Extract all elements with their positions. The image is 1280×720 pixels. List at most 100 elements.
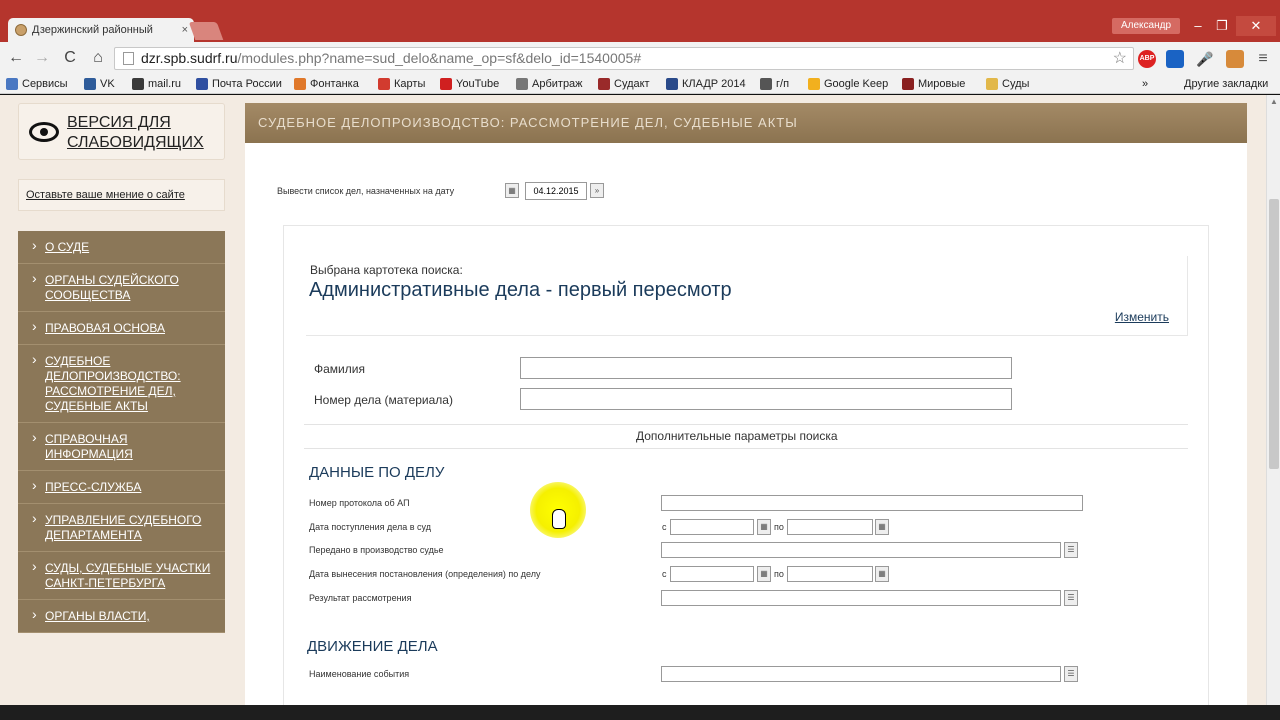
browser-toolbar: ← → C ⌂ dzr.spb.sudrf.ru/modules.php?nam… <box>0 42 1280 74</box>
low-vision-label: ВЕРСИЯ ДЛЯ СЛАБОВИДЯЩИХ <box>67 114 204 151</box>
calendar-icon[interactable]: ▦ <box>505 183 519 198</box>
sidebar-item-courts-spb[interactable]: СУДЫ, СУДЕБНЫЕ УЧАСТКИ САНКТ-ПЕТЕРБУРГА <box>18 552 225 600</box>
from-label: с <box>662 522 667 532</box>
page-icon <box>516 78 528 90</box>
tab-title: Дзержинский районный <box>32 24 153 36</box>
chosen-catalog-box: Выбрана картотека поиска: Административн… <box>306 256 1188 336</box>
bookmarks-overflow-button[interactable]: » <box>1142 76 1148 92</box>
judge-input[interactable] <box>661 542 1061 558</box>
bookmark-arbitrage[interactable]: Арбитраж <box>516 76 583 92</box>
sidebar-item-about-court[interactable]: О СУДЕ <box>18 231 225 264</box>
case-data-title: ДАННЫЕ ПО ДЕЛУ <box>309 464 445 481</box>
bookmark-russian-post[interactable]: Почта России <box>196 76 282 92</box>
reload-icon[interactable]: C <box>60 48 80 68</box>
low-vision-version-link[interactable]: ВЕРСИЯ ДЛЯ СЛАБОВИДЯЩИХ <box>18 103 225 160</box>
sidebar-item-reference-info[interactable]: СПРАВОЧНАЯ ИНФОРМАЦИЯ <box>18 423 225 471</box>
separator <box>304 448 1188 449</box>
date-filter-input[interactable] <box>525 182 587 200</box>
bookmark-folder-courts[interactable]: Суды <box>986 76 1029 92</box>
chrome-menu-icon[interactable]: ≡ <box>1254 50 1272 68</box>
adblock-icon[interactable]: ABP <box>1138 50 1156 68</box>
magistrates-icon <box>902 78 914 90</box>
chosen-catalog-title: Административные дела - первый пересмотр <box>309 279 732 301</box>
separator <box>304 424 1188 425</box>
browser-titlebar: Дзержинский районный × Александр – ❐ ✕ <box>0 0 1280 42</box>
scroll-up-arrow-icon[interactable]: ▲ <box>1270 97 1278 106</box>
extra-params-title: Дополнительные параметры поиска <box>636 429 838 443</box>
map-pin-icon <box>378 78 390 90</box>
case-number-input[interactable] <box>520 388 1012 410</box>
bookmark-maps[interactable]: Карты <box>378 76 425 92</box>
feedback-link[interactable]: Оставьте ваше мнение о сайте <box>18 179 225 211</box>
bookmark-fontanka[interactable]: Фонтанка <box>294 76 359 92</box>
decision-to-input[interactable] <box>787 566 873 582</box>
event-input[interactable] <box>661 666 1061 682</box>
maximize-button[interactable]: ❐ <box>1210 16 1234 36</box>
home-icon[interactable]: ⌂ <box>88 48 108 68</box>
forward-arrow-icon[interactable]: → <box>32 48 52 68</box>
calendar-icon[interactable]: ▦ <box>757 519 771 535</box>
calendar-icon[interactable]: ▦ <box>875 566 889 582</box>
folder-icon <box>986 78 998 90</box>
bookmark-google-keep[interactable]: Google Keep <box>808 76 888 92</box>
apps-grid-icon <box>6 78 18 90</box>
sidebar-item-authorities[interactable]: ОРГАНЫ ВЛАСТИ, <box>18 600 225 633</box>
main-content: Вывести список дел, назначенных на дату … <box>245 143 1247 705</box>
change-catalog-link[interactable]: Изменить <box>1115 310 1169 324</box>
bookmark-sudact[interactable]: Судакт <box>598 76 650 92</box>
case-number-label: Номер дела (материала) <box>314 393 453 407</box>
bookmark-star-icon[interactable]: ☆ <box>1113 48 1127 69</box>
bookmark-magistrates[interactable]: Мировые <box>902 76 965 92</box>
bookmark-kladr[interactable]: КЛАДР 2014 <box>666 76 746 92</box>
scroll-thumb[interactable] <box>1269 199 1279 469</box>
tab-close-icon[interactable]: × <box>182 18 188 42</box>
surname-input[interactable] <box>520 357 1012 379</box>
microphone-icon[interactable]: 🎤 <box>1196 50 1214 68</box>
received-to-input[interactable] <box>787 519 873 535</box>
url-path: /modules.php?name=sud_delo&name_op=sf&de… <box>237 50 642 66</box>
list-icon[interactable]: ☰ <box>1064 542 1078 558</box>
calendar-icon[interactable]: ▦ <box>757 566 771 582</box>
sidebar-item-court-proceedings[interactable]: СУДЕБНОЕ ДЕЛОПРОИЗВОДСТВО: РАССМОТРЕНИЕ … <box>18 345 225 423</box>
sudact-icon <box>598 78 610 90</box>
sidebar-item-court-department[interactable]: УПРАВЛЕНИЕ СУДЕБНОГО ДЕПАРТАМЕНТА <box>18 504 225 552</box>
sidebar-item-legal-basis[interactable]: ПРАВОВАЯ ОСНОВА <box>18 312 225 345</box>
browser-tab[interactable]: Дзержинский районный × <box>8 18 194 42</box>
result-input[interactable] <box>661 590 1061 606</box>
received-from-input[interactable] <box>670 519 754 535</box>
minimize-button[interactable]: – <box>1186 16 1210 36</box>
bookmark-mailru[interactable]: mail.ru <box>132 76 181 92</box>
protocol-label: Номер протокола об АП <box>309 498 410 508</box>
address-bar[interactable]: dzr.spb.sudrf.ru/modules.php?name=sud_de… <box>114 47 1134 70</box>
cast-extension-icon[interactable] <box>1166 50 1184 68</box>
protocol-input[interactable] <box>661 495 1083 511</box>
profile-name-badge[interactable]: Александр <box>1112 18 1180 34</box>
google-keep-icon <box>808 78 820 90</box>
calendar-icon[interactable]: ▦ <box>875 519 889 535</box>
judge-label: Передано в производство судье <box>309 545 444 555</box>
decision-from-input[interactable] <box>670 566 754 582</box>
kladr-icon <box>666 78 678 90</box>
close-window-button[interactable]: ✕ <box>1236 16 1276 36</box>
folder-icon <box>1168 78 1180 90</box>
go-arrow-button[interactable]: » <box>590 183 604 198</box>
bookmark-gp[interactable]: г/п <box>760 76 789 92</box>
page-scrollbar[interactable]: ▲ <box>1266 95 1280 705</box>
bookmark-vk[interactable]: VK <box>84 76 115 92</box>
bookmark-services[interactable]: Сервисы <box>6 76 68 92</box>
bookmark-youtube[interactable]: YouTube <box>440 76 499 92</box>
back-arrow-icon[interactable]: ← <box>6 48 26 68</box>
shopping-extension-icon[interactable] <box>1226 50 1244 68</box>
search-panel: Выбрана картотека поиска: Административн… <box>283 225 1209 705</box>
chosen-catalog-label: Выбрана картотека поиска: <box>310 263 463 277</box>
list-icon[interactable]: ☰ <box>1064 666 1078 682</box>
os-taskbar <box>0 705 1280 720</box>
decision-date-label: Дата вынесения постановления (определени… <box>309 569 541 579</box>
sidebar-item-press-service[interactable]: ПРЕСС-СЛУЖБА <box>18 471 225 504</box>
new-tab-button[interactable] <box>188 22 224 40</box>
sidebar-item-judicial-community[interactable]: ОРГАНЫ СУДЕЙСКОГО СООБЩЕСТВА <box>18 264 225 312</box>
to-label: по <box>774 569 784 579</box>
bookmark-folder-other[interactable]: Другие закладки <box>1168 76 1268 92</box>
to-label: по <box>774 522 784 532</box>
list-icon[interactable]: ☰ <box>1064 590 1078 606</box>
